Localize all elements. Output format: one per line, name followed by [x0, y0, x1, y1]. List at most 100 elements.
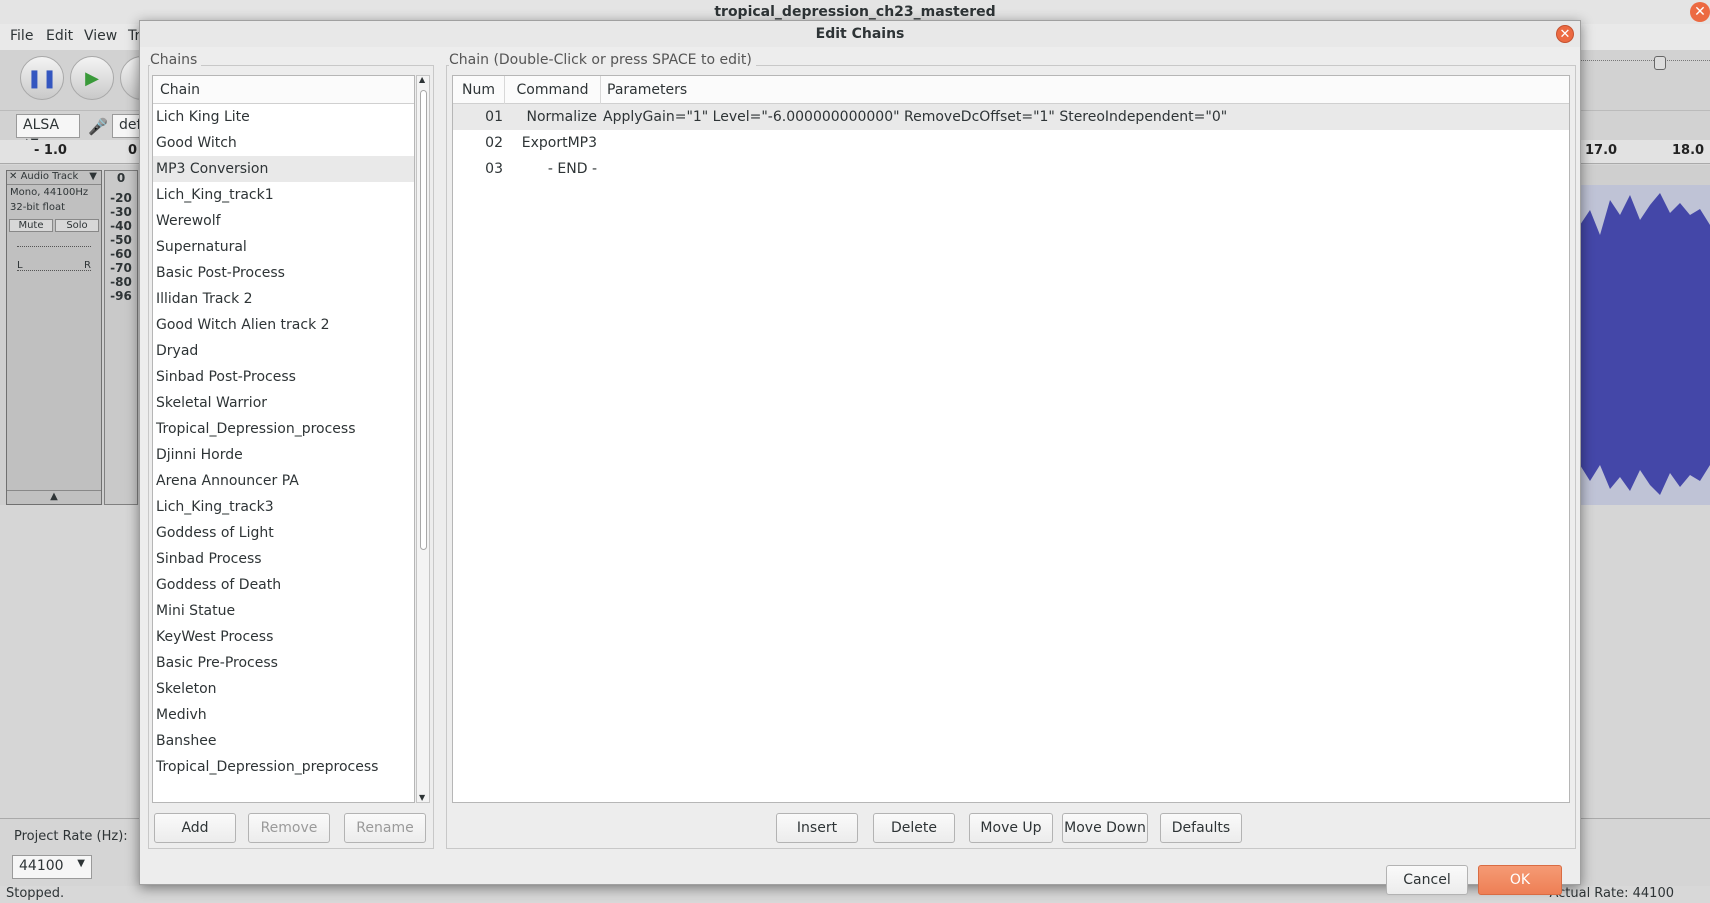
chain-list-item[interactable]: Djinni Horde — [153, 442, 414, 468]
ok-button[interactable]: OK — [1478, 865, 1562, 895]
chains-list[interactable]: Chain Lich King Lite Good Witch MP3 Conver… — [152, 75, 415, 803]
chain-list-item[interactable]: Tropical_Depression_process — [153, 416, 414, 442]
command-num: 03 — [485, 161, 503, 177]
chain-list-item[interactable]: Tropical_Depression_preprocess — [153, 754, 414, 780]
menu-view[interactable]: View — [84, 28, 117, 44]
vu-tick: -50 — [110, 233, 132, 247]
column-num[interactable]: Num — [453, 76, 505, 104]
chains-group-label: Chains — [150, 52, 202, 68]
pause-icon[interactable]: ❚❚ — [20, 56, 64, 100]
chain-list-item[interactable]: Skeletal Warrior — [153, 390, 414, 416]
solo-button[interactable]: Solo — [55, 219, 99, 232]
chain-list-item[interactable]: MP3 Conversion — [153, 156, 414, 182]
chain-list-item[interactable]: Goddess of Death — [153, 572, 414, 598]
track-header: ✕ Audio Track ▼ — [7, 171, 101, 185]
chain-commands-table[interactable]: Num Command Parameters 01 Normalize ApplyG… — [452, 75, 1570, 803]
chain-list-item[interactable]: Lich_King_track3 — [153, 494, 414, 520]
chain-list-item[interactable]: Illidan Track 2 — [153, 286, 414, 312]
chain-list-item[interactable]: Mini Statue — [153, 598, 414, 624]
menu-edit[interactable]: Edit — [46, 28, 73, 44]
menu-file[interactable]: File — [10, 28, 33, 44]
move-down-button[interactable]: Move Down — [1062, 813, 1148, 843]
chain-list-item[interactable]: Basic Post-Process — [153, 260, 414, 286]
project-rate-select[interactable]: 44100 ▼ — [12, 855, 92, 879]
chain-list-item[interactable]: Good Witch — [153, 130, 414, 156]
ruler-tick: 18.0 — [1672, 143, 1705, 158]
chain-list-item[interactable]: Good Witch Alien track 2 — [153, 312, 414, 338]
project-rate-label: Project Rate (Hz): — [14, 829, 128, 844]
vu-tick: -20 — [110, 191, 132, 205]
command-name: - END - — [547, 161, 597, 177]
command-row[interactable]: 03 - END - — [453, 156, 1569, 182]
chains-scrollbar[interactable]: ▲ ▼ — [416, 75, 430, 803]
chain-list-item[interactable]: Basic Pre-Process — [153, 650, 414, 676]
delete-button[interactable]: Delete — [873, 813, 955, 843]
move-up-button[interactable]: Move Up — [969, 813, 1053, 843]
audio-host-select[interactable]: ALSA ▲▼ — [16, 114, 80, 148]
add-chain-button[interactable]: Add — [154, 813, 236, 843]
pan-slider[interactable]: L R — [7, 258, 101, 280]
command-row[interactable]: 01 Normalize ApplyGain="1" Level="-6.00000… — [453, 104, 1569, 130]
rename-chain-button[interactable]: Rename — [344, 813, 426, 843]
chain-list-item[interactable]: Dryad — [153, 338, 414, 364]
command-name: ExportMP3 — [521, 135, 597, 151]
gain-slider[interactable] — [7, 236, 101, 258]
microphone-icon: 🎤 — [88, 117, 108, 136]
ruler-tick: 17.0 — [1585, 143, 1618, 158]
chain-list-item[interactable]: Supernatural — [153, 234, 414, 260]
playback-slider[interactable] — [1580, 60, 1710, 62]
dialog-title: Edit Chains — [140, 21, 1580, 47]
project-rate-value: 44100 — [19, 858, 64, 874]
scroll-up-icon[interactable]: ▲ — [419, 75, 425, 84]
chain-rows: Lich King Lite Good Witch MP3 Conversion Li… — [153, 104, 414, 780]
column-command[interactable]: Command — [505, 76, 601, 104]
command-row[interactable]: 02 ExportMP3 — [453, 130, 1569, 156]
chain-column-header[interactable]: Chain — [153, 76, 414, 104]
chain-list-item[interactable]: Arena Announcer PA — [153, 468, 414, 494]
audio-host-value: ALSA — [23, 117, 60, 133]
window-close-icon[interactable]: ✕ — [1690, 2, 1710, 22]
mute-button[interactable]: Mute — [9, 219, 53, 232]
insert-button[interactable]: Insert — [776, 813, 858, 843]
mute-solo-row: Mute Solo — [9, 219, 99, 232]
chain-list-item[interactable]: Goddess of Light — [153, 520, 414, 546]
ruler-tick: 0 — [128, 143, 138, 158]
track-name[interactable]: Audio Track — [21, 171, 79, 182]
chain-list-item[interactable]: Skeleton — [153, 676, 414, 702]
collapse-icon[interactable]: ▲ — [7, 490, 101, 504]
scroll-down-icon[interactable]: ▼ — [419, 793, 425, 802]
waveform[interactable] — [1580, 185, 1710, 505]
chain-list-item[interactable]: KeyWest Process — [153, 624, 414, 650]
status-text: Stopped. — [6, 886, 65, 901]
chain-list-item[interactable]: Werewolf — [153, 208, 414, 234]
dialog-close-icon[interactable]: ✕ — [1556, 25, 1574, 43]
play-icon[interactable]: ▶ — [70, 56, 114, 100]
column-parameters[interactable]: Parameters — [601, 76, 1569, 104]
cancel-button[interactable]: Cancel — [1386, 865, 1468, 895]
vu-tick: -30 — [110, 205, 132, 219]
command-num: 01 — [485, 109, 503, 125]
vu-tick: -60 — [110, 247, 132, 261]
track-info-1: Mono, 44100Hz — [10, 187, 89, 198]
vu-tick: -80 — [110, 275, 132, 289]
actual-rate: Actual Rate: 44100 — [1549, 886, 1674, 901]
ruler-tick: - 1.0 — [34, 143, 67, 158]
waveform-graphic — [1580, 193, 1710, 495]
chain-list-item[interactable]: Banshee — [153, 728, 414, 754]
track-info-2: 32-bit float — [10, 202, 66, 213]
track-close-icon[interactable]: ✕ — [9, 171, 17, 182]
command-rows: 01 Normalize ApplyGain="1" Level="-6.00000… — [453, 104, 1569, 182]
chain-list-item[interactable]: Lich_King_track1 — [153, 182, 414, 208]
defaults-button[interactable]: Defaults — [1160, 813, 1242, 843]
track-menu-icon[interactable]: ▼ — [89, 171, 97, 182]
chain-list-item[interactable]: Medivh — [153, 702, 414, 728]
vu-tick: -96 — [110, 289, 132, 303]
chain-list-item[interactable]: Lich King Lite — [153, 104, 414, 130]
command-name: Normalize — [526, 109, 597, 125]
command-num: 02 — [485, 135, 503, 151]
chain-list-item[interactable]: Sinbad Process — [153, 546, 414, 572]
slider-thumb-icon[interactable] — [1654, 56, 1666, 70]
chain-list-item[interactable]: Sinbad Post-Process — [153, 364, 414, 390]
remove-chain-button[interactable]: Remove — [248, 813, 330, 843]
scrollbar-thumb[interactable] — [420, 90, 427, 550]
